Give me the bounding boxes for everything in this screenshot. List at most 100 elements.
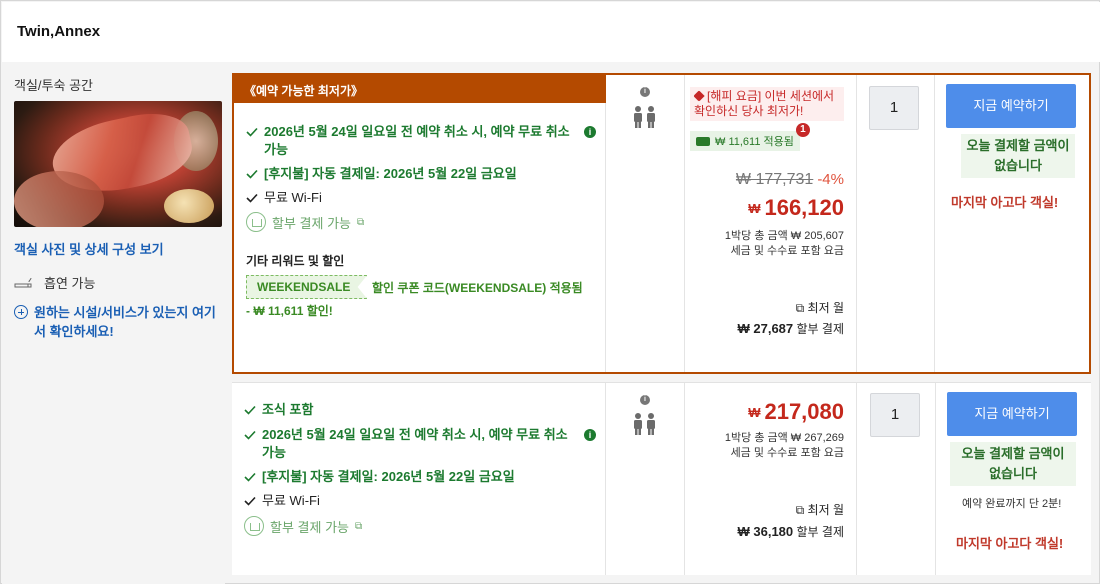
plus-circle-icon [14,305,28,319]
monthly-label-text: 최저 월 [807,301,844,315]
installment-info[interactable]: 할부 결제 가능 ⧉ [246,212,364,232]
per-night-total: 1박당 총 금액 ₩ 267,269 [724,432,844,444]
facility-link-label: 원하는 시설/서비스가 있는지 여기서 확인하세요! [34,305,216,339]
promo-text: [해피 요금] 이번 세션에서 확인하신 당사 최저가! [694,89,835,118]
check-icon [246,169,258,179]
condition-text: 무료 Wi-Fi [262,493,320,508]
installment-label: 할부 결제 가능 [272,215,351,231]
external-link-icon: ⧉ [795,503,808,517]
quantity-column: 1 [857,383,936,575]
external-link-icon: ⧉ [795,301,808,315]
no-payment-today: 오늘 결제할 금액이 없습니다 [950,442,1076,486]
room-panel: Twin,Annex 객실/투숙 공간 객실 사진 및 상세 구성 보기 흡연 … [0,0,1100,584]
applied-text: ₩ 11,611 적용됨 [715,136,794,148]
check-icon [246,193,258,203]
monthly-label: ⧉ 최저 월 [796,501,844,518]
guest-capacity: i [606,75,685,372]
monthly-label: ⧉ 최저 월 [796,299,844,316]
price-column: ₩217,080 1박당 총 금액 ₩ 267,269 세금 및 수수료 포함 … [685,383,857,575]
room-info-column: 객실/투숙 공간 객실 사진 및 상세 구성 보기 흡연 가능 원하는 시설/서… [2,63,225,584]
best-price-badge: 《예약 가능한 최저가》 [234,75,606,103]
other-rewards-title: 기타 리워드 및 할인 [246,254,345,268]
final-price: ₩217,080 [748,399,844,425]
wifi-condition: 무료 Wi-Fi [244,492,596,510]
monthly-suffix: 할부 결제 [796,525,845,539]
external-link-icon: ⧉ [354,520,363,532]
condition-text: 2026년 5월 24일 일요일 전 예약 취소 시, 예약 무료 취소 가능 [264,124,570,157]
payment-condition: [후지불] 자동 결제일: 2026년 5월 22일 금요일 [246,165,596,183]
price-value: 217,080 [764,399,844,424]
condition-text: 2026년 5월 24일 일요일 전 예약 취소 시, 예약 무료 취소 가능 [262,427,568,460]
book-now-button[interactable]: 지금 예약하기 [946,84,1076,128]
check-icon [244,472,256,482]
original-price: ₩ 177,731 -4% [736,171,844,189]
photo-detail [164,189,214,223]
info-icon[interactable]: i [584,126,596,138]
price-note: 1박당 총 금액 ₩ 205,607 세금 및 수수료 포함 요금 [725,229,844,259]
offer-card-2: 조식 포함 2026년 5월 24일 일요일 전 예약 취소 시, 예약 무료 … [232,382,1091,575]
monthly-label-text: 최저 월 [807,503,844,517]
smoking-info: 흡연 가능 [14,273,95,292]
last-room-notice: 마지막 아고다 객실! [956,536,1064,551]
installment-icon [244,516,264,536]
installment-info[interactable]: 할부 결제 가능 ⧉ [244,516,362,536]
check-icon [244,496,256,506]
wifi-condition: 무료 Wi-Fi [246,189,596,207]
info-icon[interactable]: i [640,87,650,97]
booking-countdown: 예약 완료까지 단 2분! [962,498,1062,510]
monthly-installment: ₩ 36,180 할부 결제 [738,523,845,540]
breakfast-condition: 조식 포함 [244,401,596,419]
quantity-column: 1 [857,75,935,372]
notification-badge: 1 [795,123,810,137]
room-subtitle: 객실/투숙 공간 [14,78,93,93]
room-quantity-select[interactable]: 1 [869,86,919,130]
payment-condition: [후지불] 자동 결제일: 2026년 5월 22일 금요일 [244,468,596,486]
cancel-condition: 2026년 5월 24일 일요일 전 예약 취소 시, 예약 무료 취소 가능 … [246,123,596,159]
room-quantity-select[interactable]: 1 [870,393,920,437]
coupon-applied-text: 할인 쿠폰 코드(WEEKENDSALE) 적용됨 [372,281,583,295]
coupon-badge: WEEKENDSALE [246,275,368,299]
facility-check-link[interactable]: 원하는 시설/서비스가 있는지 여기서 확인하세요! [14,303,224,341]
book-now-button[interactable]: 지금 예약하기 [947,392,1077,436]
room-photos-link[interactable]: 객실 사진 및 상세 구성 보기 [14,239,164,258]
external-link-icon: ⧉ [356,216,365,228]
installment-icon [246,212,266,232]
info-icon[interactable]: i [584,429,596,441]
price-note: 1박당 총 금액 ₩ 267,269 세금 및 수수료 포함 요금 [725,431,844,461]
photo-detail [14,171,104,227]
applied-discount: ₩ 11,611 적용됨 1 [690,123,810,151]
cancel-condition: 2026년 5월 24일 일요일 전 예약 취소 시, 예약 무료 취소 가능 … [244,426,596,462]
price-value: 166,120 [764,195,844,220]
check-icon [244,430,256,440]
monthly-installment: ₩ 27,687 할부 결제 [738,320,845,337]
info-icon[interactable]: i [640,395,650,405]
monthly-suffix: 할부 결제 [796,322,845,336]
tax-note: 세금 및 수수료 포함 요금 [730,447,844,459]
check-icon [244,405,256,415]
offer-conditions: 조식 포함 2026년 5월 24일 일요일 전 예약 취소 시, 예약 무료 … [232,383,606,575]
no-payment-today: 오늘 결제할 금액이 없습니다 [961,134,1075,178]
room-header: Twin,Annex [2,2,1100,62]
condition-text: [후지불] 자동 결제일: 2026년 5월 22일 금요일 [264,166,517,181]
currency-symbol: ₩ [748,201,761,216]
room-photo[interactable] [14,101,222,227]
condition-text: [후지불] 자동 결제일: 2026년 5월 22일 금요일 [262,469,515,484]
last-room-notice: 마지막 아고다 객실! [951,195,1059,210]
per-night-total: 1박당 총 금액 ₩ 205,607 [724,230,844,242]
coupon-icon [696,136,710,146]
happy-rate-promo: [해피 요금] 이번 세션에서 확인하신 당사 최저가! [690,87,844,121]
check-icon [246,127,258,137]
cigarette-icon [14,277,32,287]
coupon-discount: - ₩ 11,611 할인! [246,304,333,318]
installment-label: 할부 결제 가능 [270,519,349,535]
monthly-amount: ₩ 36,180 [737,524,794,539]
guest-capacity: i [606,383,685,575]
offer-card-1: 《예약 가능한 최저가》 2026년 5월 24일 일요일 전 예약 취소 시,… [232,73,1091,374]
booking-column: 지금 예약하기 오늘 결제할 금액이 없습니다 예약 완료까지 단 2분! 마지… [936,383,1091,575]
smoking-label: 흡연 가능 [44,276,96,291]
booking-column: 지금 예약하기 오늘 결제할 금액이 없습니다 마지막 아고다 객실! [935,75,1091,372]
room-title: Twin,Annex [17,23,101,40]
two-people-icon [634,106,655,128]
currency-symbol: ₩ [748,405,761,420]
final-price: ₩166,120 [748,195,844,221]
